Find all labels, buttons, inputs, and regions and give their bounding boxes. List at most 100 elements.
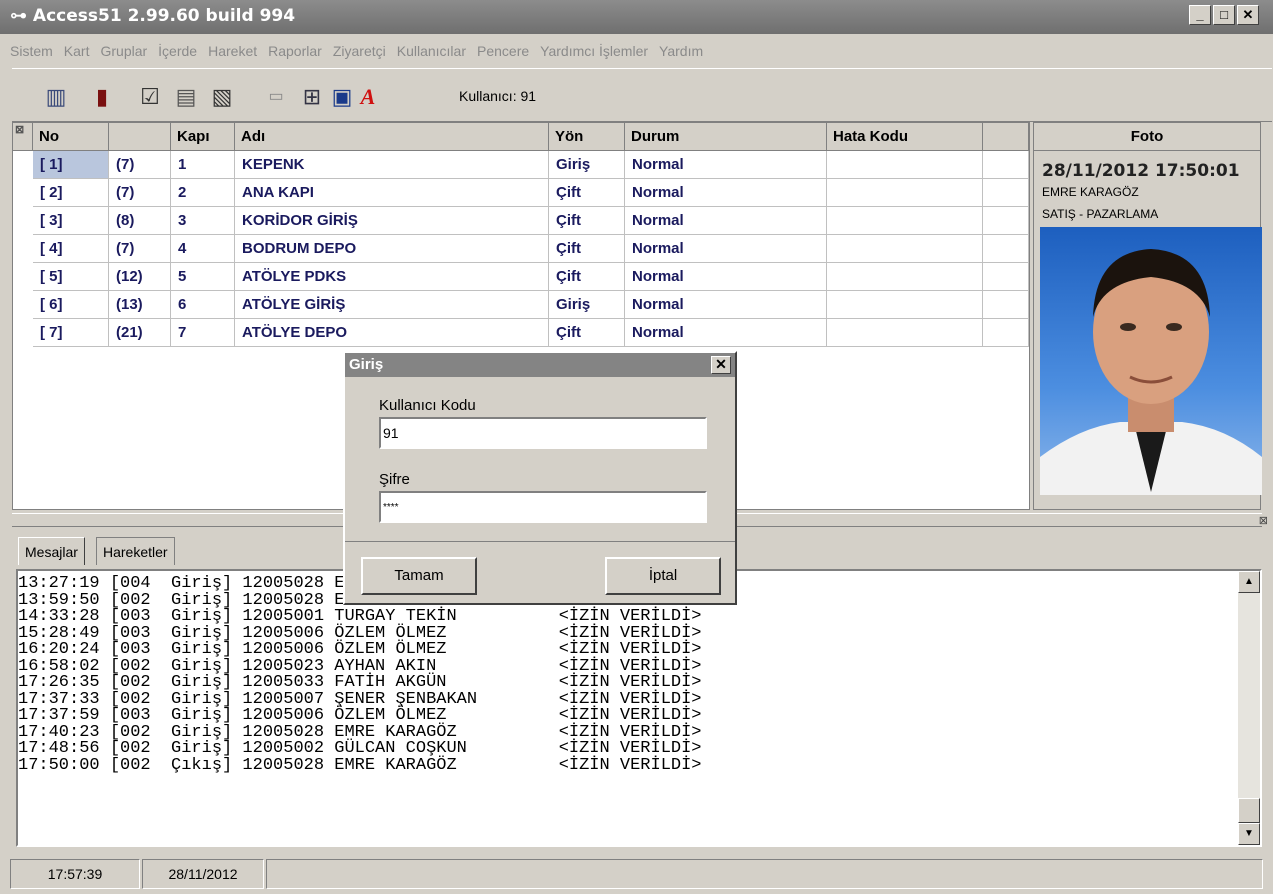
grid-cell-extra[interactable] — [983, 207, 1029, 235]
font-a-icon[interactable]: A — [354, 83, 382, 111]
menu-gruplar[interactable]: Gruplar — [100, 43, 147, 59]
find-grid-icon[interactable]: ⊞ — [298, 83, 326, 111]
grid-cell-extra[interactable] — [983, 235, 1029, 263]
grid-cell-hata[interactable] — [827, 291, 983, 319]
scroll-down-icon[interactable]: ▼ — [1238, 823, 1260, 845]
grid-cell-kapi[interactable]: 6 — [171, 291, 235, 319]
grid-cell-grp[interactable]: (7) — [109, 179, 171, 207]
maximize-button[interactable]: □ — [1213, 5, 1235, 25]
message-log[interactable]: 13:27:19 [004 Giriş] 12005028 EMRE KARAG… — [16, 569, 1262, 847]
scroll-thumb[interactable] — [1238, 798, 1260, 823]
grid-cell-extra[interactable] — [983, 151, 1029, 179]
grid-cell-adi[interactable]: ATÖLYE GİRİŞ — [235, 291, 549, 319]
grid-cell-durum[interactable]: Normal — [625, 235, 827, 263]
grid-cell-kapi[interactable]: 2 — [171, 179, 235, 207]
grid-cell-no[interactable]: [ 7] — [33, 319, 109, 347]
card-reader-icon[interactable]: ▭ — [262, 83, 290, 111]
grid-cell-extra[interactable] — [983, 291, 1029, 319]
grid-cell-hata[interactable] — [827, 319, 983, 347]
grid-cell-grp[interactable]: (21) — [109, 319, 171, 347]
scroll-up-icon[interactable]: ▲ — [1238, 571, 1260, 593]
grid-cell-yon[interactable]: Çift — [549, 179, 625, 207]
grid-cell-hata[interactable] — [827, 151, 983, 179]
menu-kart[interactable]: Kart — [64, 43, 90, 59]
grid-cell-no[interactable]: [ 1] — [33, 151, 109, 179]
grid-cell-yon[interactable]: Giriş — [549, 291, 625, 319]
user-code-input[interactable] — [379, 417, 707, 449]
col-header-hata[interactable]: Hata Kodu — [827, 123, 983, 151]
grid-cell-kapi[interactable]: 1 — [171, 151, 235, 179]
grid-cell-yon[interactable]: Çift — [549, 207, 625, 235]
grid-cell-yon[interactable]: Çift — [549, 263, 625, 291]
chart-icon[interactable]: ▣ — [328, 83, 356, 111]
grid-cell-grp[interactable]: (8) — [109, 207, 171, 235]
grid-cell-hata[interactable] — [827, 235, 983, 263]
grid-cell-hata[interactable] — [827, 179, 983, 207]
door-icon[interactable]: ▮ — [88, 83, 116, 111]
report-preview-icon[interactable]: ▧ — [208, 83, 236, 111]
grid-cell-extra[interactable] — [983, 263, 1029, 291]
grid-cell-yon[interactable]: Çift — [549, 319, 625, 347]
tab-hareketler[interactable]: Hareketler — [96, 537, 175, 565]
grid-cell-durum[interactable]: Normal — [625, 291, 827, 319]
grid-cell-no[interactable]: [ 2] — [33, 179, 109, 207]
col-header-no[interactable]: No — [33, 123, 109, 151]
col-header-adi[interactable]: Adı — [235, 123, 549, 151]
col-header-kapi[interactable]: Kapı — [171, 123, 235, 151]
menu-sistem[interactable]: Sistem — [10, 43, 53, 59]
menu-ziyaretci[interactable]: Ziyaretçi — [333, 43, 386, 59]
grid-cell-hata[interactable] — [827, 207, 983, 235]
grid-cell-no[interactable]: [ 3] — [33, 207, 109, 235]
grid-cell-grp[interactable]: (12) — [109, 263, 171, 291]
grid-cell-yon[interactable]: Çift — [549, 235, 625, 263]
menu-pencere[interactable]: Pencere — [477, 43, 529, 59]
grid-cell-kapi[interactable]: 5 — [171, 263, 235, 291]
menu-kullanicilar[interactable]: Kullanıcılar — [397, 43, 466, 59]
col-header-group[interactable] — [109, 123, 171, 151]
splitter-close-icon[interactable]: ⊠ — [1259, 514, 1268, 527]
menu-yardimci-islemler[interactable]: Yardımcı İşlemler — [540, 43, 648, 59]
grid-close-icon[interactable]: ⊠ — [13, 123, 33, 151]
grid-cell-grp[interactable]: (7) — [109, 151, 171, 179]
grid-cell-hata[interactable] — [827, 263, 983, 291]
menu-icerde[interactable]: İçerde — [158, 43, 197, 59]
grid-cell-no[interactable]: [ 6] — [33, 291, 109, 319]
close-button[interactable]: ✕ — [1237, 5, 1259, 25]
minimize-button[interactable]: _ — [1189, 5, 1211, 25]
new-card-icon[interactable]: ▤ — [172, 83, 200, 111]
grid-cell-durum[interactable]: Normal — [625, 207, 827, 235]
grid-cell-no[interactable]: [ 4] — [33, 235, 109, 263]
col-header-yon[interactable]: Yön — [549, 123, 625, 151]
grid-cell-durum[interactable]: Normal — [625, 319, 827, 347]
log-scrollbar[interactable]: ▲ ▼ — [1238, 571, 1260, 845]
menu-raporlar[interactable]: Raporlar — [268, 43, 322, 59]
tab-mesajlar[interactable]: Mesajlar — [18, 537, 85, 565]
ok-button[interactable]: Tamam — [361, 557, 477, 595]
grid-cell-adi[interactable]: ATÖLYE PDKS — [235, 263, 549, 291]
grid-cell-no[interactable]: [ 5] — [33, 263, 109, 291]
grid-cell-adi[interactable]: BODRUM DEPO — [235, 235, 549, 263]
cancel-button[interactable]: İptal — [605, 557, 721, 595]
grid-cell-durum[interactable]: Normal — [625, 151, 827, 179]
grid-cell-kapi[interactable]: 3 — [171, 207, 235, 235]
grid-cell-durum[interactable]: Normal — [625, 263, 827, 291]
grid-cell-kapi[interactable]: 4 — [171, 235, 235, 263]
grid-cell-grp[interactable]: (13) — [109, 291, 171, 319]
grid-cell-adi[interactable]: ATÖLYE DEPO — [235, 319, 549, 347]
grid-cell-extra[interactable] — [983, 319, 1029, 347]
grid-cell-yon[interactable]: Giriş — [549, 151, 625, 179]
grid-cell-kapi[interactable]: 7 — [171, 319, 235, 347]
grid-cell-adi[interactable]: ANA KAPI — [235, 179, 549, 207]
menu-hareket[interactable]: Hareket — [208, 43, 257, 59]
dialog-close-icon[interactable]: ✕ — [711, 356, 731, 374]
col-header-durum[interactable]: Durum — [625, 123, 827, 151]
grid-cell-adi[interactable]: KEPENK — [235, 151, 549, 179]
properties-icon[interactable]: ☑ — [136, 83, 164, 111]
grid-cell-adi[interactable]: KORİDOR GİRİŞ — [235, 207, 549, 235]
grid-cell-grp[interactable]: (7) — [109, 235, 171, 263]
monitor-icon[interactable]: ▥ — [42, 83, 70, 111]
grid-cell-durum[interactable]: Normal — [625, 179, 827, 207]
grid-cell-extra[interactable] — [983, 179, 1029, 207]
menu-yardim[interactable]: Yardım — [659, 43, 703, 59]
password-input[interactable] — [379, 491, 707, 523]
